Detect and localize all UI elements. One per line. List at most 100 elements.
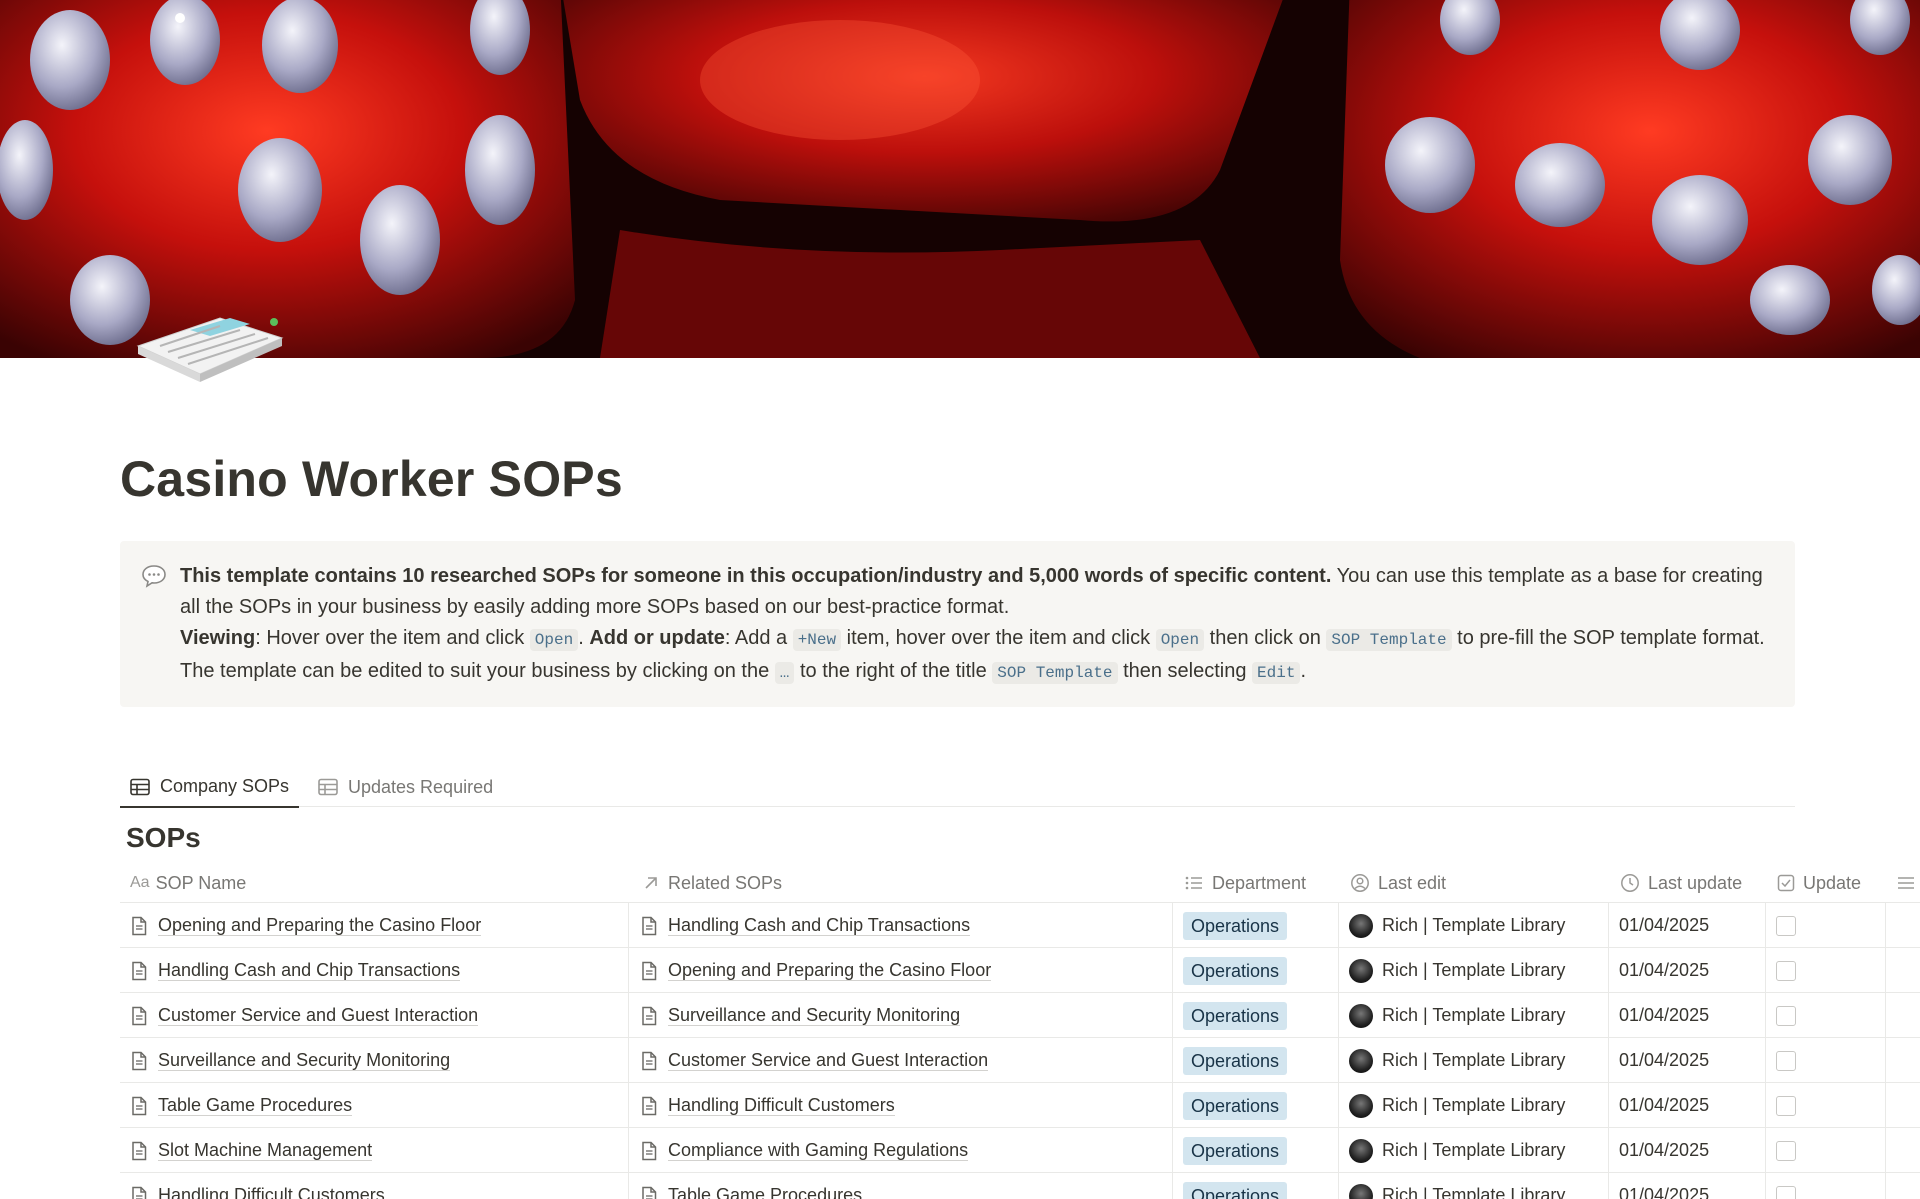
last-update-cell[interactable]: 01/04/2025	[1609, 1038, 1766, 1083]
last-edit-cell[interactable]: Rich | Template Library	[1339, 1083, 1609, 1128]
sop-name[interactable]: Table Game Procedures	[158, 1095, 353, 1116]
document-icon	[642, 1186, 657, 1199]
related-sop-link[interactable]: Compliance with Gaming Regulations	[668, 1140, 969, 1161]
related-sops-cell[interactable]: Opening and Preparing the Casino Floor	[630, 948, 1173, 993]
column-header-sop-name[interactable]: Aa SOP Name	[130, 863, 246, 903]
department-tag: Operations	[1183, 911, 1288, 940]
column-header-related-sops[interactable]: Related SOPs	[642, 863, 782, 903]
table-body: Opening and Preparing the Casino Floor H…	[120, 903, 1920, 1199]
last-edit-cell[interactable]: Rich | Template Library	[1339, 948, 1609, 993]
final-period: .	[1300, 660, 1307, 682]
department-tag: Operations	[1183, 1001, 1288, 1030]
table-row[interactable]: Handling Cash and Chip Transactions Open…	[120, 948, 1920, 993]
sop-name-cell[interactable]: Slot Machine Management	[120, 1128, 629, 1173]
sop-name-cell[interactable]: Table Game Procedures	[120, 1083, 629, 1128]
related-sops-cell[interactable]: Handling Difficult Customers	[630, 1083, 1173, 1128]
related-sops-cell[interactable]: Table Game Procedures	[630, 1173, 1173, 1199]
page-title[interactable]: Casino Worker SOPs	[120, 450, 623, 508]
last-update-cell[interactable]: 01/04/2025	[1609, 993, 1766, 1038]
last-update-cell[interactable]: 01/04/2025	[1609, 1128, 1766, 1173]
tab-updates-required[interactable]: Updates Required	[308, 767, 503, 807]
newspaper-icon[interactable]	[130, 296, 290, 396]
document-icon	[642, 961, 657, 980]
department-cell[interactable]: Operations	[1173, 993, 1339, 1038]
last-update-cell[interactable]: 01/04/2025	[1609, 903, 1766, 948]
table-row[interactable]: Slot Machine Management Compliance with …	[120, 1128, 1920, 1173]
related-sop-link[interactable]: Surveillance and Security Monitoring	[668, 1005, 961, 1026]
last-edit-cell[interactable]: Rich | Template Library	[1339, 1128, 1609, 1173]
callout-text: This template contains 10 researched SOP…	[180, 561, 1769, 689]
column-header-last-edit[interactable]: Last edit	[1350, 863, 1446, 903]
update-cell[interactable]	[1766, 1083, 1886, 1128]
update-cell[interactable]	[1766, 948, 1886, 993]
related-sop-link[interactable]: Opening and Preparing the Casino Floor	[668, 960, 992, 981]
update-checkbox[interactable]	[1776, 1005, 1796, 1026]
viewing-label: Viewing	[180, 627, 256, 649]
related-sop-link[interactable]: Handling Difficult Customers	[668, 1095, 895, 1116]
related-sops-cell[interactable]: Compliance with Gaming Regulations	[630, 1128, 1173, 1173]
table-row[interactable]: Opening and Preparing the Casino Floor H…	[120, 903, 1920, 948]
related-sops-cell[interactable]: Customer Service and Guest Interaction	[630, 1038, 1173, 1083]
sop-name[interactable]: Opening and Preparing the Casino Floor	[158, 915, 482, 936]
database-title[interactable]: SOPs	[126, 822, 201, 854]
last-edit-user: Rich | Template Library	[1382, 1140, 1566, 1160]
sop-name-cell[interactable]: Opening and Preparing the Casino Floor	[120, 903, 629, 948]
column-header-update[interactable]: Update	[1777, 863, 1861, 903]
viewing-text: : Hover over the item and click	[255, 627, 530, 649]
document-icon	[642, 1006, 657, 1025]
table-row[interactable]: Handling Difficult Customers Table Game …	[120, 1173, 1920, 1199]
department-cell[interactable]: Operations	[1173, 1083, 1339, 1128]
last-update-cell[interactable]: 01/04/2025	[1609, 1083, 1766, 1128]
department-tag: Operations	[1183, 1046, 1288, 1075]
last-edit-cell[interactable]: Rich | Template Library	[1339, 1038, 1609, 1083]
update-cell[interactable]	[1766, 1038, 1886, 1083]
tab-company-sops[interactable]: Company SOPs	[120, 767, 300, 808]
department-cell[interactable]: Operations	[1173, 1038, 1339, 1083]
related-sop-link[interactable]: Customer Service and Guest Interaction	[668, 1050, 989, 1071]
update-checkbox[interactable]	[1776, 1095, 1796, 1116]
document-icon	[642, 1141, 657, 1160]
sop-name-cell[interactable]: Handling Cash and Chip Transactions	[120, 948, 629, 993]
sop-name[interactable]: Customer Service and Guest Interaction	[158, 1005, 479, 1026]
sop-name[interactable]: Handling Difficult Customers	[158, 1185, 385, 1199]
table-row[interactable]: Table Game Procedures Handling Difficult…	[120, 1083, 1920, 1128]
update-cell[interactable]	[1766, 1173, 1886, 1199]
add-property-icon[interactable]	[1896, 863, 1920, 903]
update-checkbox[interactable]	[1776, 960, 1796, 981]
sop-name[interactable]: Handling Cash and Chip Transactions	[158, 960, 461, 981]
column-header-department[interactable]: Department	[1184, 863, 1306, 903]
table-row[interactable]: Surveillance and Security Monitoring Cus…	[120, 1038, 1920, 1083]
update-checkbox[interactable]	[1776, 1050, 1796, 1071]
sop-name-cell[interactable]: Handling Difficult Customers	[120, 1173, 629, 1199]
column-header-last-update[interactable]: Last update	[1620, 863, 1742, 903]
related-sops-cell[interactable]: Handling Cash and Chip Transactions	[630, 903, 1173, 948]
department-cell[interactable]: Operations	[1173, 903, 1339, 948]
add-label: Add or update	[589, 627, 725, 649]
related-sops-cell[interactable]: Surveillance and Security Monitoring	[630, 993, 1173, 1038]
department-cell[interactable]: Operations	[1173, 1128, 1339, 1173]
update-cell[interactable]	[1766, 903, 1886, 948]
table-icon	[318, 778, 338, 796]
update-checkbox[interactable]	[1776, 1140, 1796, 1161]
update-checkbox[interactable]	[1776, 1185, 1796, 1199]
sop-name[interactable]: Surveillance and Security Monitoring	[158, 1050, 451, 1071]
update-checkbox[interactable]	[1776, 915, 1796, 936]
sop-name-cell[interactable]: Surveillance and Security Monitoring	[120, 1038, 629, 1083]
last-update-date: 01/04/2025	[1619, 960, 1710, 980]
table-row[interactable]: Customer Service and Guest Interaction S…	[120, 993, 1920, 1038]
sop-name[interactable]: Slot Machine Management	[158, 1140, 373, 1161]
last-update-cell[interactable]: 01/04/2025	[1609, 948, 1766, 993]
document-icon	[642, 1051, 657, 1070]
sop-name-cell[interactable]: Customer Service and Guest Interaction	[120, 993, 629, 1038]
related-sop-link[interactable]: Handling Cash and Chip Transactions	[668, 915, 971, 936]
department-cell[interactable]: Operations	[1173, 1173, 1339, 1199]
last-edit-cell[interactable]: Rich | Template Library	[1339, 1173, 1609, 1199]
update-cell[interactable]	[1766, 1128, 1886, 1173]
last-edit-cell[interactable]: Rich | Template Library	[1339, 993, 1609, 1038]
update-cell[interactable]	[1766, 993, 1886, 1038]
related-sop-link[interactable]: Table Game Procedures	[668, 1185, 862, 1199]
department-cell[interactable]: Operations	[1173, 948, 1339, 993]
last-update-date: 01/04/2025	[1619, 1050, 1710, 1070]
last-update-cell[interactable]: 01/04/2025	[1609, 1173, 1766, 1199]
last-edit-cell[interactable]: Rich | Template Library	[1339, 903, 1609, 948]
